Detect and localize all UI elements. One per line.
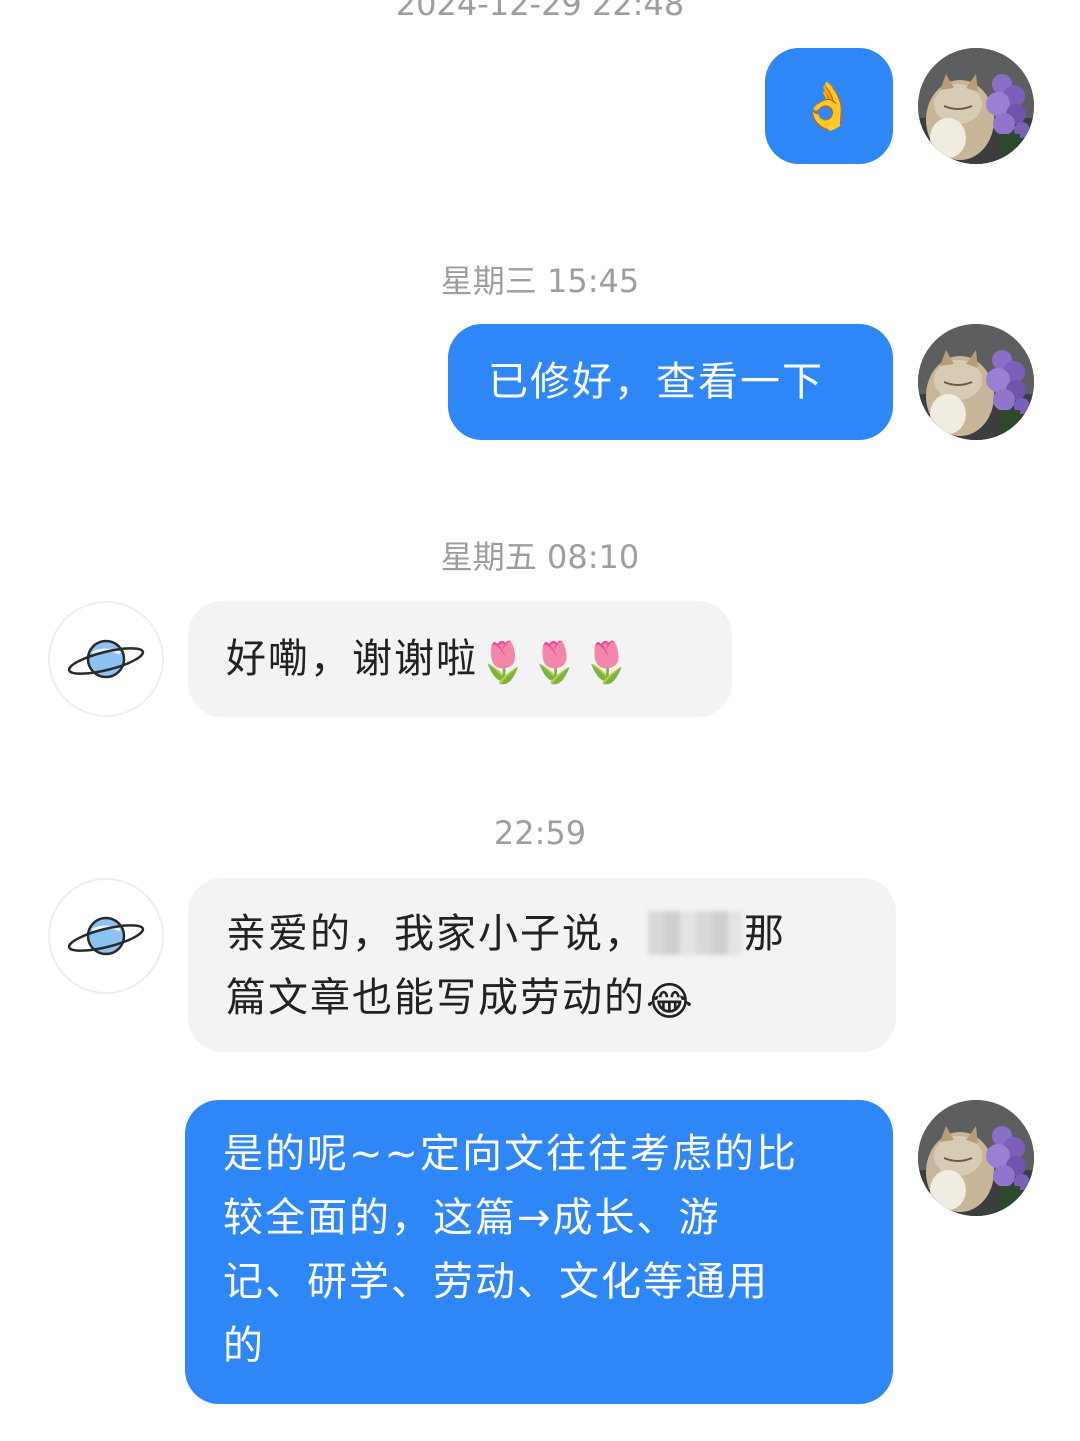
message-line: 记、研学、劳动、文化等通用 [223, 1259, 769, 1305]
tulip-emoji: 🌷🌷🌷 [478, 640, 634, 686]
cat-photo-icon [918, 1100, 1034, 1216]
message-line: 较全面的，这篇→成长、游 [223, 1195, 721, 1241]
message-line: 是的呢~~定向文往往考虑的比 [223, 1131, 799, 1177]
incoming-message-bubble[interactable]: 亲爱的，我家小子说，那 篇文章也能写成劳动的😂 [188, 878, 896, 1052]
message-line: 的 [223, 1323, 265, 1369]
saturn-planet-icon [67, 639, 145, 679]
saturn-planet-icon [67, 916, 145, 956]
timestamp: 星期三 15:45 [440, 262, 640, 300]
chat-screen: 2024-12-29 22:48 👌 星期三 15:45 已修好，查看一下 星期… [0, 0, 1080, 1441]
cat-photo-icon [918, 48, 1034, 164]
crying-laughing-emoji: 😂 [646, 979, 695, 1025]
message-text: 好嘞，谢谢啦 [226, 636, 478, 682]
ok-hand-emoji: 👌 [799, 79, 859, 133]
cat-photo-icon [918, 324, 1034, 440]
my-avatar[interactable] [918, 1100, 1034, 1216]
my-avatar[interactable] [918, 324, 1034, 440]
message-line: 亲爱的，我家小子说，那 [226, 911, 786, 957]
outgoing-message-bubble[interactable]: 👌 [765, 48, 893, 164]
message-line: 篇文章也能写成劳动的😂 [226, 975, 695, 1025]
outgoing-message-bubble[interactable]: 是的呢~~定向文往往考虑的比 较全面的，这篇→成长、游 记、研学、劳动、文化等通… [185, 1100, 893, 1404]
contact-avatar[interactable] [48, 601, 164, 717]
message-text: 已修好，查看一下 [488, 359, 824, 405]
my-avatar[interactable] [918, 48, 1034, 164]
timestamp: 2024-12-29 22:48 [395, 0, 685, 23]
timestamp: 22:59 [493, 814, 587, 852]
contact-avatar[interactable] [48, 878, 164, 994]
timestamp: 星期五 08:10 [440, 538, 640, 576]
incoming-message-bubble[interactable]: 好嘞，谢谢啦🌷🌷🌷 [188, 601, 732, 717]
outgoing-message-bubble[interactable]: 已修好，查看一下 [448, 324, 893, 440]
redacted-name-blur [648, 911, 742, 955]
